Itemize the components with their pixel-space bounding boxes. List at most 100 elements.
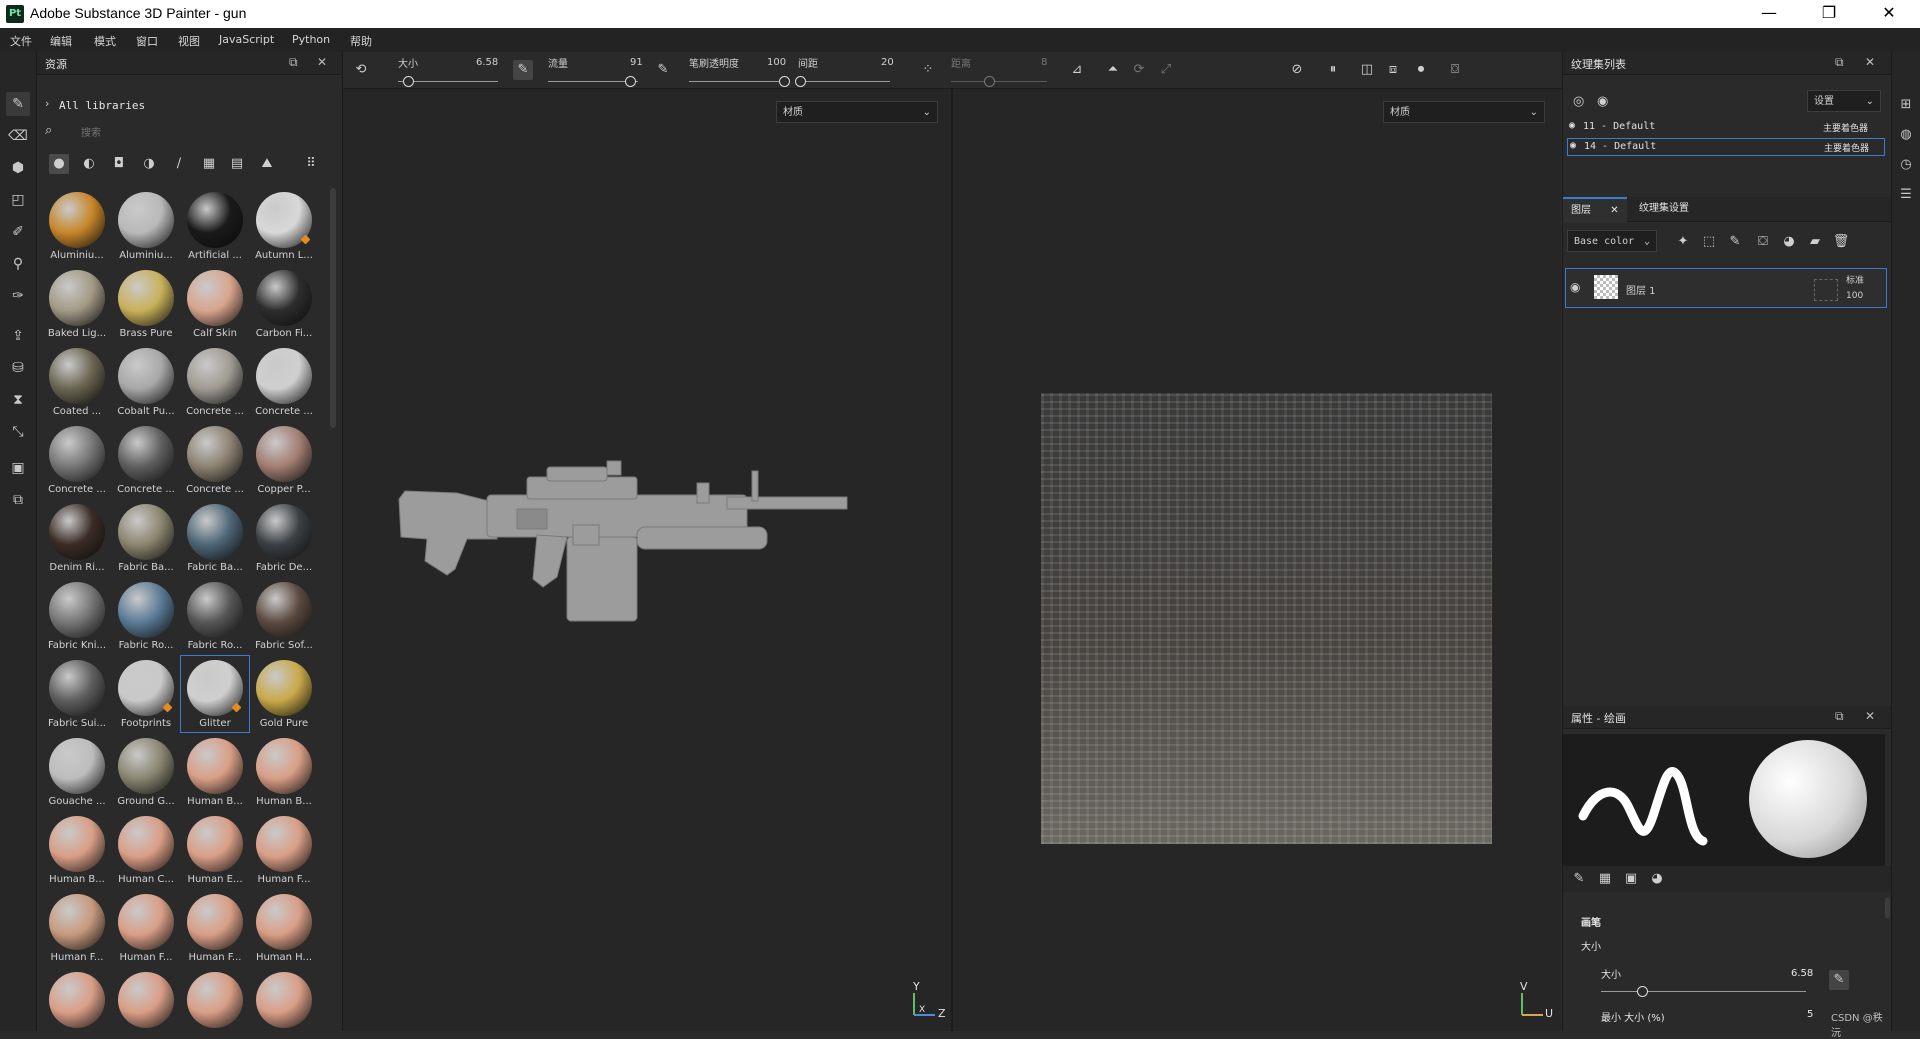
eye-icon[interactable]: ◉	[1597, 94, 1608, 109]
menu-view[interactable]: 视图	[178, 33, 200, 49]
gun-model[interactable]	[397, 459, 857, 639]
asset-thumbnail[interactable]: Human B...	[43, 812, 111, 888]
texture-set-row[interactable]: ◉ 11 - Default 主要着色器	[1567, 118, 1885, 136]
asset-thumbnail[interactable]: Human B...	[250, 734, 318, 810]
hide-ui-icon[interactable]: ⊘	[1287, 60, 1307, 80]
symmetry-icon[interactable]: ⟲	[351, 60, 371, 80]
add-smart-material-icon[interactable]: ◕	[1779, 232, 1799, 252]
spacing-slider-knob[interactable]	[795, 76, 806, 87]
asset-thumbnail[interactable]: Fabric Ba...	[112, 500, 180, 576]
asset-thumbnail[interactable]	[250, 968, 318, 1031]
polygon-fill-icon[interactable]: ◰	[6, 188, 30, 212]
mirror-settings-icon[interactable]: ⟳	[1129, 60, 1149, 80]
asset-thumbnail[interactable]: Artificial ...	[181, 188, 249, 264]
search-input[interactable]	[79, 124, 333, 142]
maximize-button[interactable]: ❐	[1800, 0, 1858, 28]
asset-thumbnail[interactable]: Human F...	[250, 812, 318, 888]
brush-size-slider-knob[interactable]	[1637, 986, 1648, 997]
texture-set-list-icon[interactable]: ⊞	[1897, 96, 1915, 114]
export-icon[interactable]: ⇪	[6, 324, 30, 348]
add-paint-layer-icon[interactable]: ✎	[1725, 232, 1745, 252]
pen-pressure-flow-icon[interactable]: ✎	[653, 60, 673, 80]
asset-thumbnail[interactable]: Gouache ...	[43, 734, 111, 810]
close-button[interactable]: ✕	[1860, 0, 1918, 28]
tab-texture-set-settings[interactable]: 纹理集设置	[1631, 197, 1697, 221]
channel-dropdown[interactable]: Base color ⌄	[1567, 230, 1657, 252]
add-mask-icon[interactable]: ⬚	[1699, 232, 1719, 252]
asset-thumbnail[interactable]: Concrete ...	[43, 422, 111, 498]
asset-thumbnail[interactable]: Denim Ri...	[43, 500, 111, 576]
menu-edit[interactable]: 编辑	[50, 33, 72, 49]
material-properties-icon[interactable]: ◕	[1647, 869, 1667, 889]
asset-thumbnail[interactable]: Human E...	[181, 812, 249, 888]
uv-texture-map[interactable]	[1041, 393, 1492, 844]
eye-icon[interactable]: ◉	[1570, 140, 1576, 151]
asset-thumbnail[interactable]	[112, 968, 180, 1031]
close-tab-icon[interactable]: ✕	[1610, 205, 1618, 216]
materials-filter-icon[interactable]: ●	[49, 154, 69, 174]
opacity-slider-knob[interactable]	[779, 76, 790, 87]
properties-scrollbar[interactable]	[1885, 898, 1890, 918]
menu-javascript[interactable]: JavaScript	[219, 33, 274, 46]
undock-icon[interactable]: ⧉	[1835, 55, 1844, 70]
add-effect-icon[interactable]: ✦	[1673, 232, 1693, 252]
layer-row[interactable]: ◉ 图层 1 标准 100	[1565, 268, 1887, 308]
asset-thumbnail[interactable]: Human F...	[43, 890, 111, 966]
menu-python[interactable]: Python	[292, 33, 330, 46]
asset-thumbnail[interactable]: Gold Pure	[250, 656, 318, 732]
asset-thumbnail[interactable]: Concrete ...	[181, 344, 249, 420]
asset-thumbnail[interactable]: Fabric De...	[250, 500, 318, 576]
brushes-filter-icon[interactable]: ∕	[169, 154, 189, 174]
texture-set-settings-dropdown[interactable]: 设置 ⌄	[1807, 90, 1881, 112]
spacing-slider[interactable]	[800, 81, 890, 82]
asset-thumbnail[interactable]: Baked Lig...	[43, 266, 111, 342]
viewport-3d[interactable]: 材质 ⌄ Y X Z	[343, 89, 953, 1031]
asset-thumbnail[interactable]: Concrete ...	[112, 422, 180, 498]
alignment-icon[interactable]: ⊿	[1067, 60, 1087, 80]
asset-thumbnail[interactable]: Human C...	[112, 812, 180, 888]
asset-thumbnail[interactable]: Human H...	[250, 890, 318, 966]
asset-thumbnail[interactable]: Calf Skin	[181, 266, 249, 342]
pen-pressure-icon[interactable]: ✎	[1829, 970, 1849, 990]
close-panel-icon[interactable]: ✕	[317, 55, 327, 69]
mirror-icon[interactable]: ⏶	[1103, 60, 1123, 80]
transform-icon[interactable]: ⤢	[1156, 60, 1176, 80]
alpha-properties-icon[interactable]: ▦	[1595, 869, 1615, 889]
asset-thumbnail[interactable]: Human F...	[181, 890, 249, 966]
distance-slider-knob[interactable]	[984, 76, 996, 87]
smart-materials-filter-icon[interactable]: ◐	[79, 154, 99, 174]
min-size-value[interactable]: 5	[1807, 1009, 1813, 1020]
lazy-mouse-icon[interactable]: ⁘	[918, 60, 938, 80]
paint-brush-icon[interactable]: ✎	[6, 92, 30, 116]
mesh-icon[interactable]: ⧉	[6, 488, 30, 512]
asset-thumbnail[interactable]: Autumn L...	[250, 188, 318, 264]
menu-window[interactable]: 窗口	[136, 33, 158, 49]
brush-size-value[interactable]: 6.58	[1791, 968, 1813, 979]
view-split-icon[interactable]: ◫	[1357, 60, 1377, 80]
asset-thumbnail[interactable]: Fabric Ro...	[181, 578, 249, 654]
viewport-3d-mode-dropdown[interactable]: 材质 ⌄	[776, 101, 938, 123]
grid-view-icon[interactable]: ⠿	[301, 154, 321, 174]
brush-size-slider[interactable]	[1601, 991, 1806, 992]
close-panel-icon[interactable]: ✕	[1865, 709, 1875, 723]
screenshot-icon[interactable]: ▣	[6, 456, 30, 480]
opacity-slider[interactable]	[689, 81, 784, 82]
delete-layer-icon[interactable]: 🗑	[1831, 232, 1851, 252]
asset-thumbnail[interactable]: Fabric Ro...	[112, 578, 180, 654]
distance-slider[interactable]	[951, 81, 1047, 82]
texture-set-row[interactable]: ◉ 14 - Default 主要着色器	[1567, 138, 1885, 156]
viewport-2d-mode-dropdown[interactable]: 材质 ⌄	[1383, 101, 1545, 123]
size-slider-knob[interactable]	[403, 76, 414, 87]
environments-filter-icon[interactable]: ⛰	[257, 154, 277, 174]
viewport-2d[interactable]: 材质 ⌄ V U	[953, 89, 1561, 1031]
asset-thumbnail[interactable]: Aluminiu...	[112, 188, 180, 264]
smudge-icon[interactable]: ✐	[6, 220, 30, 244]
projection-icon[interactable]: ⬢	[6, 156, 30, 180]
asset-thumbnail[interactable]: Coated ...	[43, 344, 111, 420]
minimize-button[interactable]: —	[1740, 0, 1798, 28]
asset-thumbnail[interactable]: Concrete ...	[250, 344, 318, 420]
asset-thumbnail[interactable]: Ground G...	[112, 734, 180, 810]
screenshot-camera-icon[interactable]: ⌼	[1445, 60, 1465, 80]
stencil-properties-icon[interactable]: ▣	[1621, 869, 1641, 889]
smart-masks-filter-icon[interactable]: ◑	[139, 154, 159, 174]
